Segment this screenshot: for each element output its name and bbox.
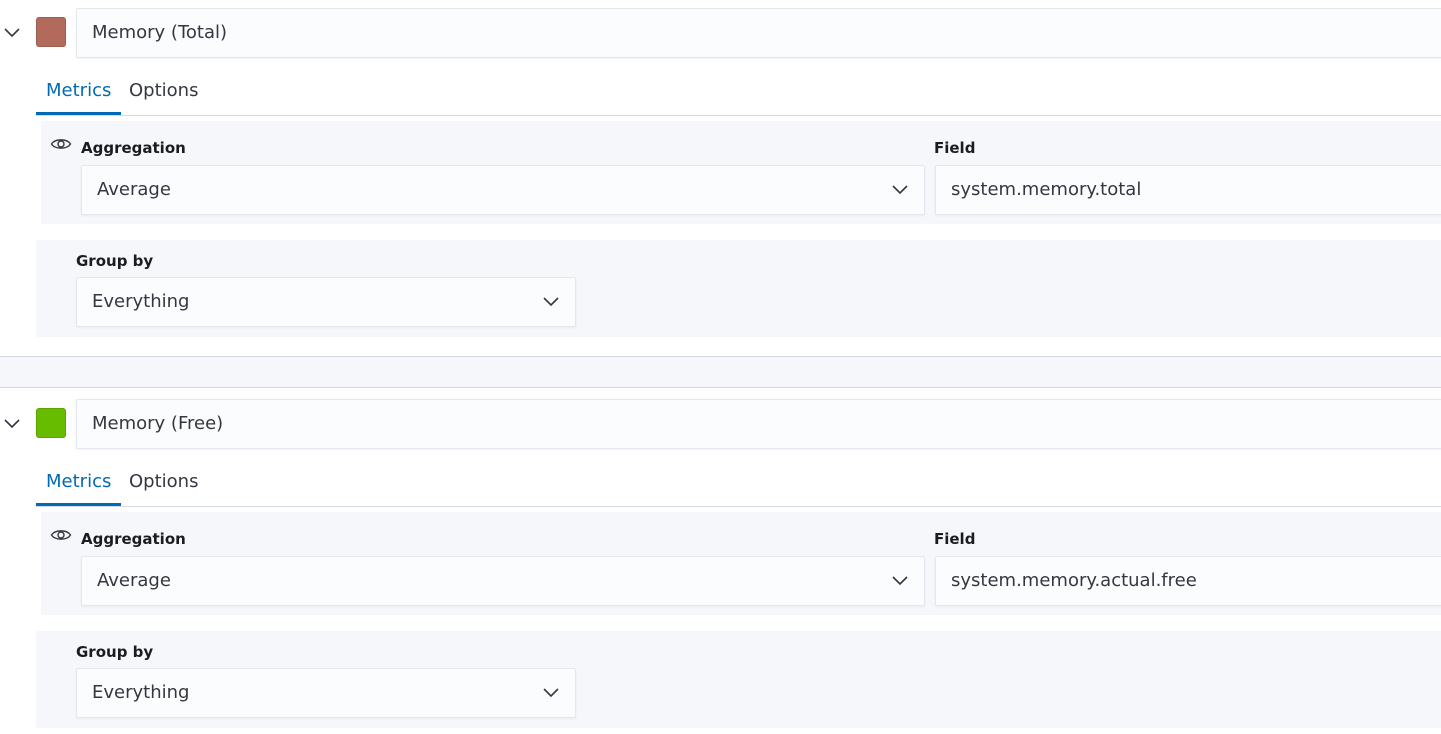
series-panel: Memory (Free) Metrics Options Aggregatio… xyxy=(0,391,1441,728)
chevron-down-icon xyxy=(543,688,559,698)
aggregation-select[interactable]: Average xyxy=(81,556,925,606)
tab-options[interactable]: Options xyxy=(119,67,208,115)
field-select[interactable]: system.memory.total xyxy=(935,165,1441,215)
group-by-select[interactable]: Everything xyxy=(76,277,576,327)
series-color-swatch[interactable] xyxy=(36,17,66,47)
chevron-down-icon xyxy=(892,576,908,586)
aggregation-value: Average xyxy=(97,179,171,200)
eye-icon[interactable] xyxy=(50,136,72,152)
tab-options[interactable]: Options xyxy=(119,458,208,506)
metric-row: Aggregation Average Field system.memory.… xyxy=(41,512,1441,615)
group-by-row: Group by Everything xyxy=(36,631,1441,728)
chevron-down-icon[interactable] xyxy=(1,21,23,43)
series-label-input[interactable]: Memory (Free) xyxy=(76,399,1441,449)
group-by-row: Group by Everything xyxy=(36,240,1441,337)
field-select[interactable]: system.memory.actual.free xyxy=(935,556,1441,606)
tab-metrics[interactable]: Metrics xyxy=(36,458,122,506)
field-value: system.memory.actual.free xyxy=(951,570,1197,591)
aggregation-label: Aggregation xyxy=(81,530,186,548)
series-label-input[interactable]: Memory (Total) xyxy=(76,8,1441,58)
group-by-value: Everything xyxy=(92,291,190,312)
field-label: Field xyxy=(934,139,976,157)
chevron-down-icon[interactable] xyxy=(1,412,23,434)
group-by-value: Everything xyxy=(92,682,190,703)
metric-row: Aggregation Average Field system.memory.… xyxy=(41,121,1441,224)
series-color-swatch[interactable] xyxy=(36,408,66,438)
chevron-down-icon xyxy=(543,297,559,307)
group-by-label: Group by xyxy=(76,252,154,270)
eye-icon[interactable] xyxy=(50,527,72,543)
chevron-down-icon xyxy=(892,185,908,195)
group-by-select[interactable]: Everything xyxy=(76,668,576,718)
field-value: system.memory.total xyxy=(951,179,1142,200)
aggregation-label: Aggregation xyxy=(81,139,186,157)
aggregation-select[interactable]: Average xyxy=(81,165,925,215)
series-tabs: Metrics Options xyxy=(36,67,1441,116)
aggregation-value: Average xyxy=(97,570,171,591)
field-label: Field xyxy=(934,530,976,548)
series-tabs: Metrics Options xyxy=(36,458,1441,507)
series-panel: Memory (Total) Metrics Options Aggregati… xyxy=(0,0,1441,337)
tab-metrics[interactable]: Metrics xyxy=(36,67,122,115)
group-by-label: Group by xyxy=(76,643,154,661)
series-divider xyxy=(0,356,1441,388)
